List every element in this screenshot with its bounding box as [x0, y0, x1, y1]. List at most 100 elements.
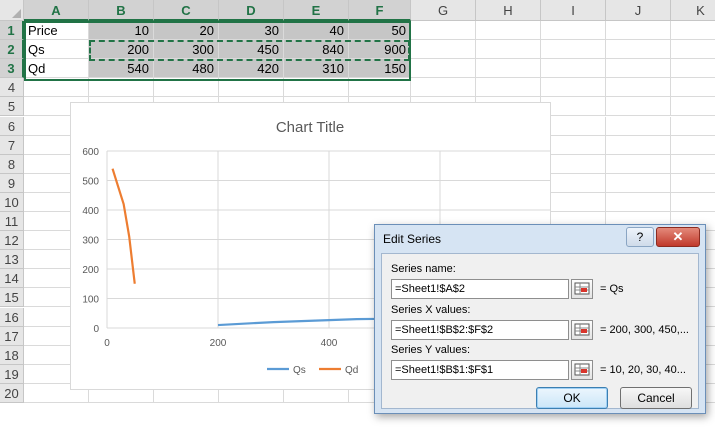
- column-header-e[interactable]: E: [284, 0, 349, 21]
- cell-d1[interactable]: 30: [219, 21, 284, 41]
- cell-g2[interactable]: [411, 40, 476, 60]
- column-header-a[interactable]: A: [24, 0, 89, 21]
- cell-f3[interactable]: 150: [349, 59, 411, 79]
- cell-a4[interactable]: [24, 78, 89, 98]
- cell-h1[interactable]: [476, 21, 541, 41]
- row-header-15[interactable]: 15: [0, 288, 24, 308]
- row-header-4[interactable]: 4: [0, 78, 24, 98]
- column-header-j[interactable]: J: [606, 0, 671, 21]
- row-header-6[interactable]: 6: [0, 116, 24, 136]
- row-header-13[interactable]: 13: [0, 250, 24, 270]
- column-header-c[interactable]: C: [154, 0, 219, 21]
- cell-k10[interactable]: [671, 193, 715, 212]
- cell-i4[interactable]: [541, 78, 606, 98]
- row-header-2[interactable]: 2: [0, 40, 24, 60]
- row-header-12[interactable]: 12: [0, 231, 24, 251]
- cell-j2[interactable]: [606, 40, 671, 60]
- series-name-label: Series name:: [391, 263, 456, 275]
- cell-b3[interactable]: 540: [89, 59, 154, 79]
- cell-b2[interactable]: 200: [89, 40, 154, 60]
- cell-a2[interactable]: Qs: [24, 40, 89, 60]
- cell-f4[interactable]: [349, 78, 411, 98]
- cell-c2[interactable]: 300: [154, 40, 219, 60]
- row-header-16[interactable]: 16: [0, 307, 24, 327]
- row-header-18[interactable]: 18: [0, 345, 24, 365]
- cell-k9[interactable]: [671, 174, 715, 193]
- row-header-5[interactable]: 5: [0, 97, 24, 117]
- row-header-19[interactable]: 19: [0, 364, 24, 384]
- cell-f1[interactable]: 50: [349, 21, 411, 41]
- cell-i1[interactable]: [541, 21, 606, 41]
- row-header-10[interactable]: 10: [0, 192, 24, 212]
- column-header-i[interactable]: I: [541, 0, 606, 21]
- cell-k7[interactable]: [671, 136, 715, 155]
- cell-a3[interactable]: Qd: [24, 59, 89, 79]
- cell-j9[interactable]: [606, 173, 671, 193]
- cell-e1[interactable]: 40: [284, 21, 349, 41]
- cell-k2[interactable]: [671, 40, 715, 60]
- cell-j1[interactable]: [606, 21, 671, 41]
- row-header-17[interactable]: 17: [0, 326, 24, 346]
- row-header-9[interactable]: 9: [0, 173, 24, 193]
- series-name-collapse-button[interactable]: [571, 279, 593, 299]
- row-header-8[interactable]: 8: [0, 154, 24, 174]
- cell-e3[interactable]: 310: [284, 59, 349, 79]
- column-header-b[interactable]: B: [89, 0, 154, 21]
- cell-k6[interactable]: [671, 117, 715, 136]
- cell-b1[interactable]: 10: [89, 21, 154, 41]
- close-button[interactable]: ✕: [656, 227, 700, 247]
- cell-f2[interactable]: 900: [349, 40, 411, 60]
- cell-h4[interactable]: [476, 78, 541, 98]
- cell-k5[interactable]: [671, 97, 715, 117]
- dialog-titlebar[interactable]: Edit Series ? ✕: [375, 225, 705, 253]
- column-header-d[interactable]: D: [219, 0, 284, 21]
- cell-k3[interactable]: [671, 59, 715, 79]
- x-values-input[interactable]: =Sheet1!$B$2:$F$2: [391, 320, 569, 340]
- cell-h3[interactable]: [476, 59, 541, 79]
- column-header-f[interactable]: F: [349, 0, 411, 21]
- x-values-collapse-button[interactable]: [571, 320, 593, 340]
- cell-j3[interactable]: [606, 59, 671, 79]
- y-values-input[interactable]: =Sheet1!$B$1:$F$1: [391, 360, 569, 380]
- column-header-h[interactable]: H: [476, 0, 541, 21]
- help-button[interactable]: ?: [626, 227, 654, 247]
- series-name-input[interactable]: =Sheet1!$A$2: [391, 279, 569, 299]
- row-header-14[interactable]: 14: [0, 269, 24, 289]
- cell-j8[interactable]: [606, 154, 671, 174]
- cell-b4[interactable]: [89, 78, 154, 98]
- cell-k8[interactable]: [671, 155, 715, 174]
- cell-j5[interactable]: [606, 97, 671, 117]
- cell-g4[interactable]: [411, 78, 476, 98]
- cell-d2[interactable]: 450: [219, 40, 284, 60]
- cell-c4[interactable]: [154, 78, 219, 98]
- cell-i3[interactable]: [541, 59, 606, 79]
- cancel-button[interactable]: Cancel: [620, 387, 692, 409]
- y-values-collapse-button[interactable]: [571, 360, 593, 380]
- cell-j10[interactable]: [606, 192, 671, 212]
- cell-k1[interactable]: [671, 21, 715, 41]
- column-header-k[interactable]: K: [671, 0, 715, 21]
- row-header-20[interactable]: 20: [0, 383, 24, 403]
- cell-k4[interactable]: [671, 78, 715, 98]
- cell-d3[interactable]: 420: [219, 59, 284, 79]
- row-header-11[interactable]: 11: [0, 212, 24, 232]
- select-all-corner[interactable]: [0, 0, 24, 21]
- cell-i2[interactable]: [541, 40, 606, 60]
- cell-j4[interactable]: [606, 78, 671, 98]
- cell-e2[interactable]: 840: [284, 40, 349, 60]
- row-header-1[interactable]: 1: [0, 21, 24, 41]
- cell-g1[interactable]: [411, 21, 476, 41]
- cell-e4[interactable]: [284, 78, 349, 98]
- cell-d4[interactable]: [219, 78, 284, 98]
- cell-j6[interactable]: [606, 116, 671, 136]
- cell-h2[interactable]: [476, 40, 541, 60]
- row-header-7[interactable]: 7: [0, 135, 24, 155]
- cell-g3[interactable]: [411, 59, 476, 79]
- row-header-3[interactable]: 3: [0, 59, 24, 79]
- cell-a1[interactable]: Price: [24, 21, 89, 41]
- column-header-g[interactable]: G: [411, 0, 476, 21]
- cell-c3[interactable]: 480: [154, 59, 219, 79]
- ok-button[interactable]: OK: [536, 387, 608, 409]
- cell-j7[interactable]: [606, 135, 671, 155]
- cell-c1[interactable]: 20: [154, 21, 219, 41]
